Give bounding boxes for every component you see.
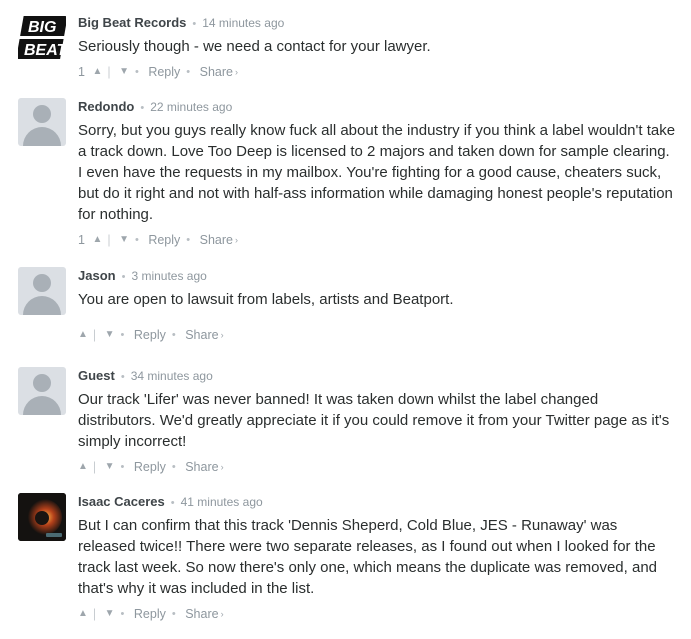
comment-timestamp[interactable]: 3 minutes ago — [131, 269, 206, 283]
user-photo-icon — [18, 493, 66, 541]
reply-link[interactable]: Reply — [134, 458, 166, 476]
user-head-icon — [33, 105, 51, 123]
comment-text: You are open to lawsuit from labels, art… — [78, 291, 454, 308]
chevron-down-icon[interactable]: ▼ — [105, 326, 115, 344]
chevron-up-icon[interactable]: ▲ — [78, 458, 88, 476]
chevron-right-icon: › — [235, 234, 238, 245]
user-head-icon — [33, 274, 51, 292]
comment-author[interactable]: Jason — [78, 268, 116, 283]
reply-link[interactable]: Reply — [148, 63, 180, 81]
vote-count: 1 — [78, 64, 85, 79]
comment-timestamp[interactable]: 41 minutes ago — [181, 495, 263, 509]
svg-text:BIG: BIG — [28, 19, 56, 36]
user-body-icon — [23, 396, 61, 415]
chevron-up-icon[interactable]: ▲ — [92, 63, 102, 81]
svg-text:BEAT: BEAT — [24, 42, 66, 59]
comment-actions: ▲ | ▼ • Reply • Share › — [78, 458, 224, 476]
chevron-right-icon: › — [235, 66, 238, 77]
comment-author[interactable]: Isaac Caceres — [78, 494, 165, 509]
chevron-up-icon[interactable]: ▲ — [78, 605, 88, 623]
comment-actions: ▲ | ▼ • Reply • Share › — [78, 605, 224, 623]
chevron-up-icon[interactable]: ▲ — [92, 231, 102, 249]
chevron-down-icon[interactable]: ▼ — [105, 458, 115, 476]
comment-author[interactable]: Redondo — [78, 99, 134, 114]
chevron-down-icon[interactable]: ▼ — [119, 231, 129, 249]
comment-text: Our track 'Lifer' was never banned! It w… — [78, 391, 674, 450]
comment-actions: 1 ▲ | ▼ • Reply • Share › — [78, 63, 238, 81]
chevron-right-icon: › — [220, 461, 224, 472]
share-link[interactable]: Share — [185, 458, 218, 476]
comment-text: Sorry, but you guys really know fuck all… — [78, 122, 680, 223]
avatar[interactable] — [18, 367, 66, 415]
comment-timestamp[interactable]: 34 minutes ago — [131, 369, 213, 383]
comment-text: But I can confirm that this track 'Denni… — [78, 517, 662, 597]
chevron-up-icon[interactable]: ▲ — [78, 326, 88, 344]
comment-actions: 1 ▲ | ▼ • Reply • Share › — [78, 231, 238, 249]
share-link[interactable]: Share — [200, 231, 233, 249]
share-link[interactable]: Share — [200, 63, 233, 81]
reply-link[interactable]: Reply — [134, 605, 166, 623]
reply-link[interactable]: Reply — [134, 326, 166, 344]
comment-author[interactable]: Guest — [78, 368, 115, 383]
comment-timestamp[interactable]: 22 minutes ago — [150, 100, 232, 114]
chevron-right-icon: › — [220, 608, 224, 619]
comment-actions: ▲ | ▼ • Reply • Share › — [78, 326, 224, 344]
user-head-icon — [33, 374, 51, 392]
big-beat-logo-icon: BIG BEAT — [18, 16, 66, 59]
chevron-down-icon[interactable]: ▼ — [105, 605, 115, 623]
share-link[interactable]: Share — [185, 326, 218, 344]
avatar[interactable] — [18, 493, 66, 541]
avatar[interactable]: BIG BEAT — [18, 14, 66, 62]
chevron-right-icon: › — [220, 329, 224, 340]
separator-dot: • — [192, 18, 197, 30]
avatar[interactable] — [18, 98, 66, 146]
user-body-icon — [23, 127, 61, 146]
comment-text: Seriously though - we need a contact for… — [78, 38, 431, 55]
share-link[interactable]: Share — [185, 605, 218, 623]
vote-count: 1 — [78, 232, 85, 247]
user-body-icon — [23, 296, 61, 315]
comment-timestamp[interactable]: 14 minutes ago — [202, 16, 284, 30]
reply-link[interactable]: Reply — [148, 231, 180, 249]
chevron-down-icon[interactable]: ▼ — [119, 63, 129, 81]
avatar[interactable] — [18, 267, 66, 315]
comment-author[interactable]: Big Beat Records — [78, 15, 186, 30]
